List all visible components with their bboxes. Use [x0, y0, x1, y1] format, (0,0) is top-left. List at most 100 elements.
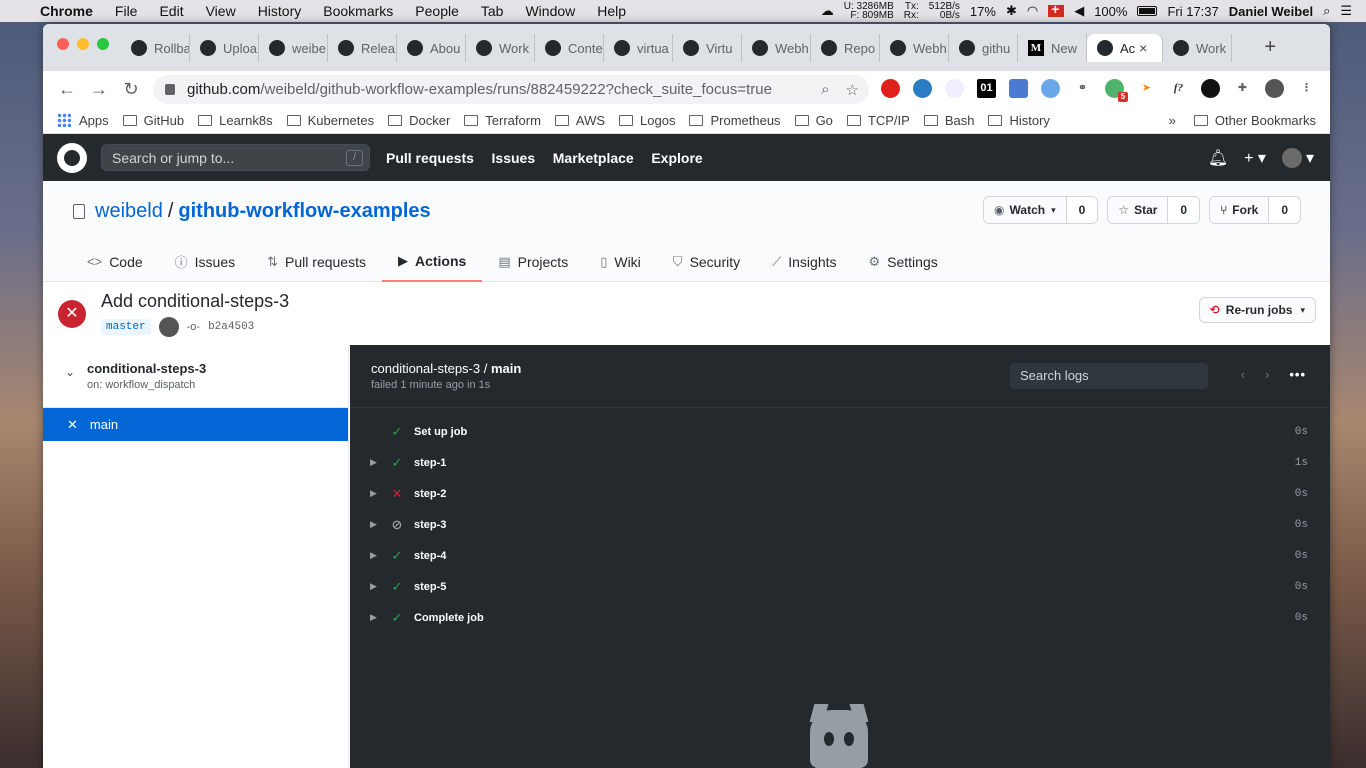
workflow-group[interactable]: ⌄ conditional-steps-3 on: workflow_dispa…	[43, 345, 348, 408]
bookmark-item[interactable]: History	[988, 113, 1050, 128]
tab-projects[interactable]: ▤ Projects	[482, 241, 584, 282]
step-row[interactable]: ▶ ✕ step-2 0s	[350, 478, 1330, 509]
cpu-usage[interactable]: 17%	[970, 4, 996, 19]
eye-extension-icon[interactable]	[1201, 79, 1220, 98]
browser-tab[interactable]: Work	[466, 34, 535, 62]
step-row[interactable]: ✓ Set up job 0s	[350, 416, 1330, 447]
bookmark-item[interactable]: TCP/IP	[846, 113, 910, 128]
nav-marketplace[interactable]: Marketplace	[553, 150, 634, 166]
bookmark-item[interactable]: Terraform	[464, 113, 541, 128]
create-new-plus-icon[interactable]: + ▾	[1244, 148, 1266, 168]
browser-tab[interactable]: weibe	[259, 34, 328, 62]
notification-center-icon[interactable]: ☰	[1340, 3, 1352, 19]
step-row[interactable]: ▶ ✓ step-1 1s	[350, 447, 1330, 478]
expand-arrow-icon[interactable]: ▶	[370, 581, 377, 592]
menu-history[interactable]: History	[258, 3, 302, 19]
browser-tab[interactable]: Virtu	[673, 34, 742, 62]
notifications-bell-icon[interactable]: 🔔︎	[1208, 148, 1228, 168]
bookmark-item[interactable]: Kubernetes	[286, 113, 374, 128]
zoom-window-button[interactable]	[97, 38, 109, 50]
menu-file[interactable]: File	[115, 3, 138, 19]
clock[interactable]: Fri 17:37	[1167, 4, 1218, 19]
browser-tab[interactable]: Repo	[811, 34, 880, 62]
new-tab-button[interactable]: +	[1264, 36, 1276, 59]
more-options-icon[interactable]: •••	[1289, 367, 1306, 382]
browser-tab[interactable]: Webh	[742, 34, 811, 62]
user-menu[interactable]: ▾	[1281, 148, 1314, 168]
back-button[interactable]: ←	[51, 79, 83, 100]
star-count[interactable]: 0	[1168, 197, 1200, 223]
compass-extension-icon[interactable]	[913, 79, 932, 98]
tab-wiki[interactable]: ▯ Wiki	[584, 241, 657, 282]
browser-tab[interactable]: Relea	[328, 34, 397, 62]
branch-label[interactable]: master	[101, 319, 151, 335]
browser-tab[interactable]: Work	[1163, 34, 1232, 62]
browser-tab[interactable]: Abou	[397, 34, 466, 62]
menu-bookmarks[interactable]: Bookmarks	[323, 3, 393, 19]
browser-tab[interactable]: Rollba	[121, 34, 190, 62]
job-item-main[interactable]: ✕ main	[43, 408, 348, 441]
battery-icon[interactable]	[1137, 6, 1158, 16]
bookmark-item[interactable]: Bash	[923, 113, 974, 128]
tab-settings[interactable]: ⚙ Settings	[853, 241, 954, 282]
wifi-icon[interactable]: ◠	[1027, 3, 1038, 19]
browser-tab[interactable]: Uploa	[190, 34, 259, 62]
close-tab-icon[interactable]: ×	[1139, 40, 1147, 56]
binary-extension-icon[interactable]: 01	[977, 79, 996, 98]
chevron-down-icon[interactable]: ⌄	[65, 365, 75, 379]
search-logs-input[interactable]: Search logs	[1010, 363, 1208, 389]
nav-explore[interactable]: Explore	[651, 150, 702, 166]
profile-avatar[interactable]	[1265, 79, 1284, 98]
expand-arrow-icon[interactable]: ▶	[370, 612, 377, 623]
rerun-jobs-button[interactable]: ⟲ Re-run jobs ▾	[1198, 297, 1316, 323]
fork-button[interactable]: ⑂ Fork 0	[1209, 196, 1301, 224]
note-extension-icon[interactable]	[945, 79, 964, 98]
menu-view[interactable]: View	[206, 3, 236, 19]
address-bar[interactable]: github.com/weibeld/github-workflow-examp…	[153, 75, 869, 104]
more-bookmarks-chevron-icon[interactable]: »	[1169, 113, 1176, 128]
menu-edit[interactable]: Edit	[159, 3, 183, 19]
star-button[interactable]: ☆ Star 0	[1107, 196, 1201, 224]
close-window-button[interactable]	[57, 38, 69, 50]
bookmark-item[interactable]: GitHub	[122, 113, 184, 128]
browser-tab[interactable]: M New	[1018, 34, 1087, 62]
bluetooth-icon[interactable]: ✱	[1006, 3, 1017, 19]
browser-tab[interactable]: Conte	[535, 34, 604, 62]
menu-app-name[interactable]: Chrome	[40, 3, 93, 19]
chrome-menu-icon[interactable]: ⋮	[1297, 79, 1316, 98]
spotlight-search-icon[interactable]: ⌕	[1323, 3, 1330, 19]
bookmark-item[interactable]: Docker	[388, 113, 450, 128]
forward-button[interactable]: →	[83, 79, 115, 100]
watch-count[interactable]: 0	[1066, 197, 1098, 223]
tab-actions[interactable]: ▶ Actions	[381, 241, 483, 282]
bookmark-item[interactable]: Apps	[57, 113, 109, 128]
watch-button[interactable]: ◉ Watch ▾ 0	[983, 196, 1099, 224]
reload-button[interactable]: ↻	[115, 79, 147, 100]
translate-extension-icon[interactable]	[1009, 79, 1028, 98]
user-name[interactable]: Daniel Weibel	[1229, 4, 1313, 19]
bookmark-item[interactable]: AWS	[554, 113, 605, 128]
github-search-input[interactable]: Search or jump to... /	[101, 144, 370, 171]
expand-arrow-icon[interactable]: ▶	[370, 550, 377, 561]
previous-match-icon[interactable]: ‹	[1241, 367, 1245, 382]
nav-pull-requests[interactable]: Pull requests	[386, 150, 474, 166]
expand-arrow-icon[interactable]: ▶	[370, 457, 377, 468]
minimize-window-button[interactable]	[77, 38, 89, 50]
cloud-icon[interactable]: ☁	[821, 3, 834, 19]
menu-window[interactable]: Window	[525, 3, 575, 19]
volume-icon[interactable]: ◀	[1074, 3, 1084, 19]
function-extension-icon[interactable]: f?	[1169, 79, 1188, 98]
step-row[interactable]: ▶ ✓ step-4 0s	[350, 540, 1330, 571]
tab-pull-requests[interactable]: ⇅ Pull requests	[251, 241, 382, 282]
commit-sha[interactable]: b2a4503	[208, 321, 254, 333]
expand-arrow-icon[interactable]: ▶	[370, 488, 377, 499]
tab-insights[interactable]: ⟋ Insights	[756, 241, 852, 282]
zoom-icon[interactable]: ⌕	[821, 81, 829, 99]
step-row[interactable]: ▶ ✓ step-5 0s	[350, 571, 1330, 602]
link-extension-icon[interactable]: ⚭	[1073, 79, 1092, 98]
menu-people[interactable]: People	[415, 3, 459, 19]
committer-avatar[interactable]	[158, 317, 179, 337]
browser-tab[interactable]: githu	[949, 34, 1018, 62]
github-logo-icon[interactable]	[57, 142, 87, 173]
lock-icon[interactable]	[165, 84, 175, 95]
